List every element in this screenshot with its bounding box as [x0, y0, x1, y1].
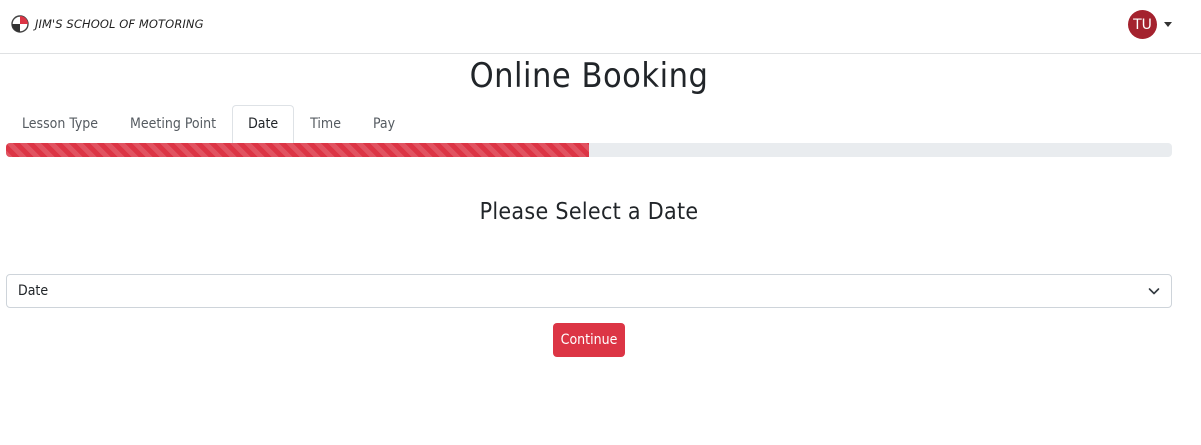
user-menu-toggle[interactable]: TU: [1128, 10, 1172, 39]
step-heading: Please Select a Date: [479, 199, 699, 225]
date-select[interactable]: Date: [6, 274, 1172, 308]
brand-logo-icon: [11, 15, 29, 33]
brand-name: JIM'S SCHOOL OF MOTORING: [35, 17, 204, 31]
tab-pay[interactable]: Pay: [357, 105, 411, 143]
page-title: Online Booking: [469, 56, 709, 96]
caret-down-icon[interactable]: [1164, 22, 1172, 27]
brand-link[interactable]: JIM'S SCHOOL OF MOTORING: [11, 14, 204, 34]
tab-lesson-type[interactable]: Lesson Type: [6, 105, 114, 143]
booking-progress-bar: [6, 143, 589, 157]
tab-date[interactable]: Date: [232, 105, 295, 143]
booking-progress: [6, 143, 1172, 157]
tab-time[interactable]: Time: [294, 105, 357, 143]
chevron-down-icon: [1148, 288, 1160, 295]
user-avatar[interactable]: TU: [1128, 10, 1157, 39]
date-select-value: Date: [18, 283, 49, 299]
continue-button[interactable]: Continue: [553, 323, 625, 357]
tab-meeting-point[interactable]: Meeting Point: [114, 105, 232, 143]
booking-steps-tabs: Lesson Type Meeting Point Date Time Pay: [6, 105, 411, 143]
top-navbar: JIM'S SCHOOL OF MOTORING TU: [0, 0, 1201, 54]
